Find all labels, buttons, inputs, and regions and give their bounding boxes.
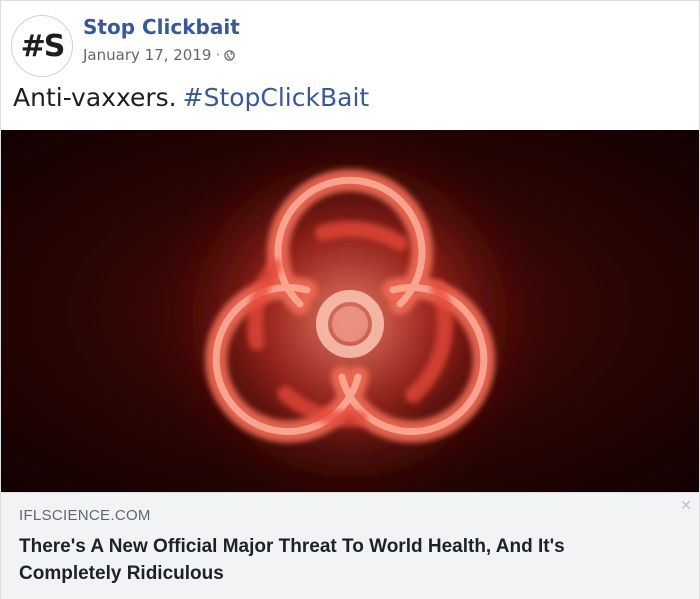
avatar-text: #S	[20, 28, 66, 64]
biohazard-icon	[1, 130, 699, 492]
post-message: Anti-vaxxers.	[13, 83, 177, 112]
post-text: Anti-vaxxers. #StopClickBait	[13, 83, 369, 112]
close-icon[interactable]: ✕	[679, 499, 693, 513]
avatar[interactable]: #S	[11, 15, 73, 77]
post-header: #S Stop Clickbait January 17, 2019 ·	[11, 13, 691, 77]
globe-icon[interactable]	[224, 49, 235, 61]
link-preview-image[interactable]	[1, 130, 699, 492]
post-date[interactable]: January 17, 2019	[83, 46, 211, 64]
hashtag-link[interactable]: #StopClickBait	[183, 83, 370, 112]
facebook-post: #S Stop Clickbait January 17, 2019 · Ant…	[0, 0, 700, 599]
link-headline[interactable]: There's A New Official Major Threat To W…	[19, 533, 659, 587]
link-domain: IFLSCIENCE.COM	[19, 507, 151, 524]
post-meta: January 17, 2019 ·	[83, 46, 235, 64]
page-name-link[interactable]: Stop Clickbait	[83, 15, 240, 39]
link-preview-card[interactable]: IFLSCIENCE.COM There's A New Official Ma…	[1, 492, 699, 599]
meta-separator: ·	[215, 46, 221, 64]
